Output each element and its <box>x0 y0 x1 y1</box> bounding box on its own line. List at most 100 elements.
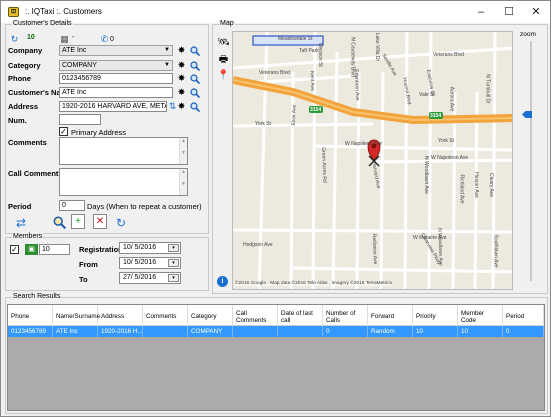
map-view[interactable]: Meadowdale St Veterans Blvd Veterans Blv… <box>232 31 513 290</box>
to-label: To <box>79 275 88 284</box>
cell-category: COMPANY <box>188 326 233 337</box>
registration-date-picker[interactable]: 10/ 5/2016 ▾ <box>119 242 181 254</box>
count-c: 0 <box>110 36 114 43</box>
map-attribution: ©2016 Google - Map data ©2016 Tele Atlas… <box>235 281 393 286</box>
num-field[interactable] <box>59 114 101 125</box>
comments-textarea[interactable]: ▲ ▼ <box>59 137 188 165</box>
cell-forward: Random <box>368 326 413 337</box>
zoom-control[interactable]: zoom <box>517 31 543 290</box>
search-icon[interactable] <box>189 101 200 112</box>
column-header[interactable]: Category <box>188 305 233 326</box>
refresh-icon[interactable]: ↻ <box>114 216 128 230</box>
address-label: Address <box>8 102 39 111</box>
column-header[interactable]: Period <box>503 305 544 326</box>
minimize-button[interactable]: – <box>467 1 495 23</box>
primary-address-checkbox[interactable]: ✓ <box>59 127 68 136</box>
column-header[interactable]: Priority <box>413 305 458 326</box>
column-header[interactable]: Name/Surname <box>53 305 100 326</box>
column-header[interactable]: Call Comments <box>233 305 278 326</box>
street-label: N Turnbull Dr <box>484 74 491 104</box>
title-bar: ⊡ :. IQTaxi :. Customers – ☐ ✕ <box>1 1 550 23</box>
add-document-icon[interactable]: + <box>71 214 85 229</box>
refresh-call-icon[interactable]: ↻ <box>9 34 20 45</box>
company-combo[interactable]: ATE Inc ▼ <box>59 45 173 56</box>
street-label: N Woodlawn Ave <box>422 156 429 194</box>
street-label: Kent Ave <box>308 70 316 92</box>
call-comments-textarea[interactable]: ▲ ▼ <box>59 168 188 196</box>
chevron-down-icon: ▼ <box>164 47 170 53</box>
column-header[interactable]: Phone <box>8 305 53 326</box>
from-date-picker[interactable]: 10/ 5/2016 ▾ <box>119 257 181 269</box>
zoom-track[interactable] <box>530 41 532 281</box>
category-combo[interactable]: COMPANY ▼ <box>59 60 173 71</box>
street-label: Taft Park <box>299 48 319 54</box>
satellite-icon[interactable]: 🛰 <box>217 36 230 49</box>
pin-icon[interactable]: ✸ <box>176 101 187 112</box>
scrollbar[interactable]: ▲ ▼ <box>179 138 187 164</box>
pin-icon[interactable]: ✸ <box>176 45 187 56</box>
street-label: Elise Ave <box>290 104 298 126</box>
calendar-icon[interactable]: ▾ <box>168 274 179 282</box>
pin-icon[interactable]: ✸ <box>176 60 187 71</box>
phone-icon[interactable]: ✆ <box>99 34 110 45</box>
members-checkbox[interactable]: ✓ <box>10 245 19 254</box>
registration-label: Registration <box>79 245 123 254</box>
search-results-table[interactable]: Phone Name/Surname Address Comments Cate… <box>7 304 545 411</box>
count-a: 10 <box>27 34 35 41</box>
column-header[interactable]: Number of Calls <box>323 305 368 326</box>
pin-icon[interactable]: ✸ <box>176 73 187 84</box>
grid-icon[interactable]: ▦ <box>59 34 70 45</box>
cell-period: 0 <box>503 326 544 337</box>
calendar-icon[interactable]: ▾ <box>168 244 179 252</box>
table-row[interactable]: 0123456789 ATE Inc 1920-2016 H... COMPAN… <box>8 326 544 337</box>
maximize-button[interactable]: ☐ <box>495 1 523 23</box>
period-label: Period <box>8 202 32 211</box>
customer-name-field[interactable]: ATE Inc <box>59 87 173 98</box>
street-label: Richland Ave <box>458 174 465 204</box>
street-label: W Napoleon Ave <box>431 155 469 161</box>
calendar-icon[interactable]: ▾ <box>168 259 179 267</box>
printer-icon[interactable]: 🖶 <box>217 53 230 66</box>
phone-field[interactable]: 0123456789 <box>59 73 173 84</box>
members-count-field[interactable]: 10 <box>39 244 70 255</box>
sync-icon[interactable]: ⇄ <box>14 216 28 230</box>
zoom-label: zoom <box>520 31 536 38</box>
phone-label: Phone <box>8 74 31 83</box>
info-icon[interactable]: i <box>217 276 228 287</box>
location-pin-icon[interactable]: 📍 <box>217 69 230 82</box>
chevron-down-icon: ▼ <box>164 62 170 68</box>
street-label: Radiance Ave <box>370 233 378 265</box>
period-hint: Days (When to repeat a customer) <box>87 202 202 211</box>
highway-shield: 3154 <box>430 113 442 119</box>
search-icon[interactable] <box>52 215 66 229</box>
street-label: W Napoleon Ave <box>345 141 383 147</box>
search-icon[interactable] <box>189 45 200 56</box>
search-icon[interactable] <box>189 60 200 71</box>
search-icon[interactable] <box>189 87 200 98</box>
scrollbar[interactable]: ▲ ▼ <box>179 169 187 195</box>
zoom-slider-thumb[interactable] <box>522 111 532 118</box>
column-header[interactable]: Address <box>98 305 143 326</box>
highway-shield: 3154 <box>310 107 322 113</box>
column-header[interactable]: Member Code <box>458 305 503 326</box>
close-button[interactable]: ✕ <box>522 1 550 23</box>
search-icon[interactable] <box>189 73 200 84</box>
street-label: Hodgson Ave <box>243 242 273 248</box>
pin-icon[interactable]: ✸ <box>176 87 187 98</box>
column-header[interactable]: Date of last call <box>278 305 323 326</box>
street-label: Aurora Ave <box>448 86 455 112</box>
column-header[interactable]: Forward <box>368 305 413 326</box>
company-value: ATE Inc <box>62 47 87 54</box>
street-label: Veterans Blvd <box>433 52 464 58</box>
column-header[interactable]: Comments <box>143 305 188 326</box>
street-label: Lake Villa Dr <box>374 32 381 62</box>
street-label: N Woodlawn Ave <box>436 227 444 267</box>
street-label: Cleary Ave <box>488 172 495 198</box>
to-date-picker[interactable]: 27/ 5/2016 ▾ <box>119 272 181 284</box>
delete-document-icon[interactable]: ✕ <box>93 214 107 229</box>
period-stepper[interactable]: 0 <box>59 200 85 211</box>
company-label: Company <box>8 46 43 55</box>
customer-details-legend: Customer's Details <box>12 20 73 27</box>
cell-name: ATE Inc <box>53 326 98 337</box>
address-field[interactable]: 1920-2016 HARVARD AVE, METAIRIE, <box>59 101 167 112</box>
